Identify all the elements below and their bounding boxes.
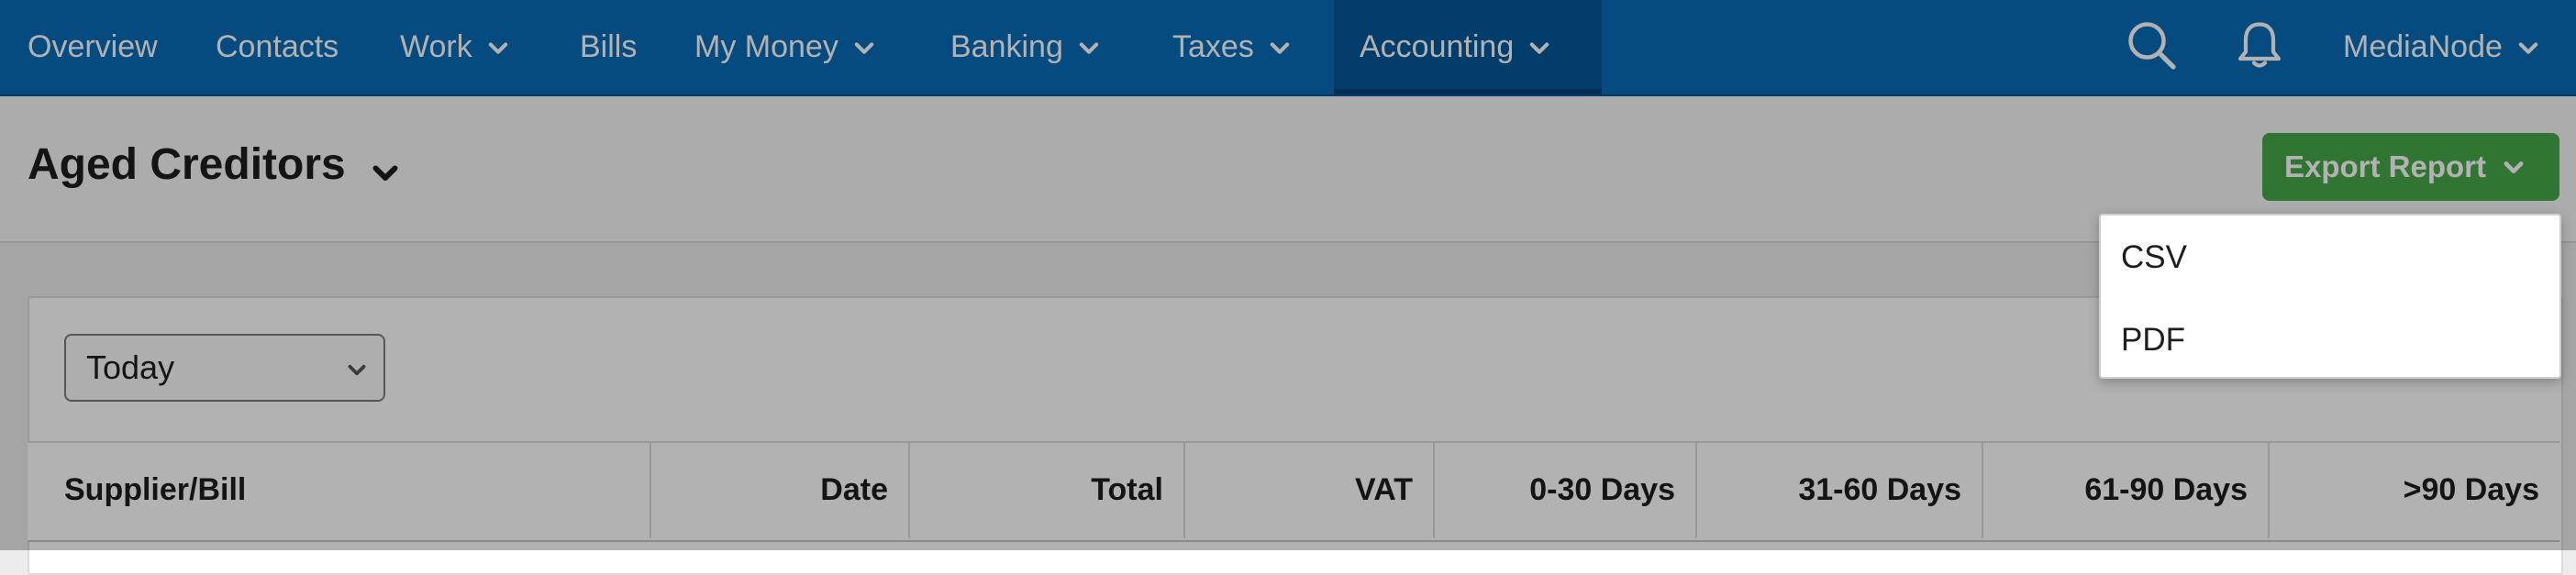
chevron-down-icon — [854, 41, 874, 54]
nav-item-label: My Money — [694, 29, 838, 64]
nav-item-label: Accounting — [1360, 29, 1515, 64]
column-header-total[interactable]: Total — [910, 441, 1185, 538]
nav-item-taxes[interactable]: Taxes — [1172, 0, 1293, 94]
account-name: MediaNode — [2343, 29, 2503, 64]
column-header-31-60-days[interactable]: 31-60 Days — [1697, 441, 1983, 538]
chevron-down-icon — [1079, 41, 1099, 54]
column-header-supplier-bill[interactable]: Supplier/Bill — [28, 441, 651, 538]
column-header-vat[interactable]: VAT — [1185, 441, 1435, 538]
column-header-over-90-days[interactable]: >90 Days — [2270, 441, 2559, 538]
nav-item-label: Banking — [950, 29, 1063, 64]
nav-item-accounting[interactable]: Accounting — [1334, 0, 1602, 94]
title-chevron-down-icon[interactable] — [369, 156, 402, 189]
period-select[interactable]: Today — [64, 334, 385, 402]
nav-item-work[interactable]: Work — [400, 0, 511, 94]
column-header-date[interactable]: Date — [651, 441, 910, 538]
nav-item-my-money[interactable]: My Money — [694, 0, 877, 94]
export-report-label: Export Report — [2284, 149, 2487, 183]
notifications-button[interactable] — [2227, 13, 2292, 77]
nav-item-label: Taxes — [1172, 29, 1254, 64]
export-report-button[interactable]: Export Report — [2262, 133, 2559, 201]
chevron-down-icon — [1530, 41, 1549, 54]
nav-item-bills[interactable]: Bills — [580, 0, 637, 94]
chevron-down-icon — [1270, 41, 1290, 54]
nav-item-label: Overview — [28, 29, 158, 64]
chevron-down-icon — [488, 41, 507, 54]
export-menu: CSV PDF — [2099, 214, 2561, 379]
nav-item-contacts[interactable]: Contacts — [216, 0, 339, 94]
nav-item-label: Contacts — [216, 29, 339, 64]
nav-item-overview[interactable]: Overview — [28, 0, 158, 94]
chevron-down-icon — [348, 364, 366, 376]
period-select-value: Today — [86, 348, 175, 386]
bell-icon — [2237, 22, 2282, 68]
chevron-down-icon — [2504, 161, 2524, 173]
nav-item-label: Work — [400, 29, 472, 64]
page-title: Aged Creditors — [28, 140, 346, 189]
nav-item-banking[interactable]: Banking — [950, 0, 1102, 94]
column-header-0-30-days[interactable]: 0-30 Days — [1435, 441, 1697, 538]
export-menu-item-pdf[interactable]: PDF — [2121, 322, 2185, 359]
chevron-down-icon — [2518, 41, 2538, 54]
export-menu-item-csv[interactable]: CSV — [2121, 239, 2187, 276]
search-button[interactable] — [2119, 13, 2183, 77]
nav-item-label: Bills — [580, 29, 638, 64]
account-menu[interactable]: MediaNode — [2343, 0, 2541, 94]
top-navigation-bar: Overview Contacts Work Bills My Money Ba… — [0, 0, 2576, 96]
column-header-61-90-days[interactable]: 61-90 Days — [1983, 441, 2270, 538]
search-icon — [2128, 22, 2176, 70]
